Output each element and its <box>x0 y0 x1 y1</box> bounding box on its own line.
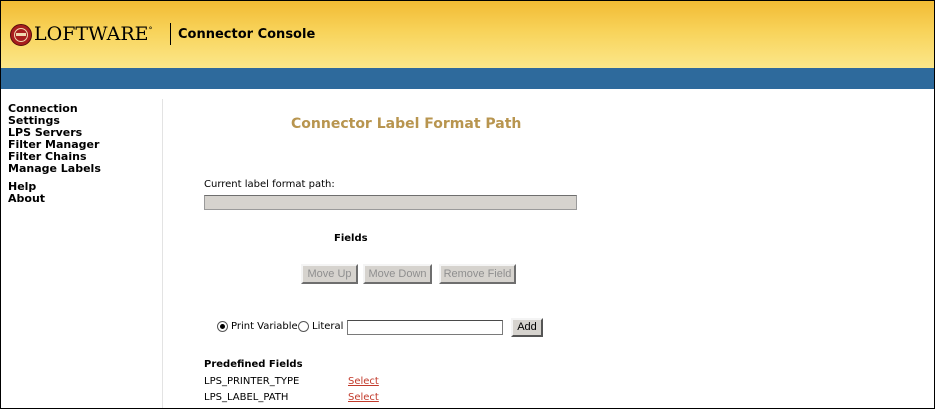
sidebar-divider <box>162 99 163 408</box>
app-title: Connector Console <box>178 27 316 42</box>
sidebar-item-manage-labels[interactable]: Manage Labels <box>8 163 101 175</box>
page-title: Connector Label Format Path <box>291 116 522 132</box>
sidebar-item-about[interactable]: About <box>8 193 101 205</box>
loftware-seal-logo <box>10 24 32 46</box>
nav-bar <box>1 68 934 89</box>
print-variable-option[interactable]: Print Variable <box>217 321 298 332</box>
console-window: LOFTWARE° Connector Console Connection S… <box>0 0 935 409</box>
remove-field-button[interactable]: Remove Field <box>439 264 516 284</box>
print-variable-radio[interactable] <box>217 321 228 332</box>
current-path-label: Current label format path: <box>204 179 335 190</box>
brand-logo-text: LOFTWARE° <box>34 23 153 45</box>
header: LOFTWARE° Connector Console <box>1 1 934 68</box>
literal-radio[interactable] <box>298 321 309 332</box>
select-link[interactable]: Select <box>348 376 379 387</box>
sidebar-nav: Connection Settings LPS Servers Filter M… <box>8 103 101 205</box>
predefined-field-name: LPS_PRINTER_TYPE <box>204 376 300 387</box>
literal-label: Literal <box>312 321 344 332</box>
add-button[interactable]: Add <box>511 318 543 337</box>
fields-heading: Fields <box>334 233 368 244</box>
literal-option[interactable]: Literal <box>298 321 343 332</box>
literal-input[interactable] <box>347 320 503 335</box>
print-variable-label: Print Variable <box>231 321 298 332</box>
move-down-button[interactable]: Move Down <box>363 264 432 284</box>
current-path-field <box>204 195 577 210</box>
predefined-fields-heading: Predefined Fields <box>204 359 303 370</box>
move-up-button[interactable]: Move Up <box>301 264 358 284</box>
brand-separator <box>170 23 171 45</box>
predefined-field-name: LPS_LABEL_PATH <box>204 392 289 403</box>
select-link[interactable]: Select <box>348 392 379 403</box>
